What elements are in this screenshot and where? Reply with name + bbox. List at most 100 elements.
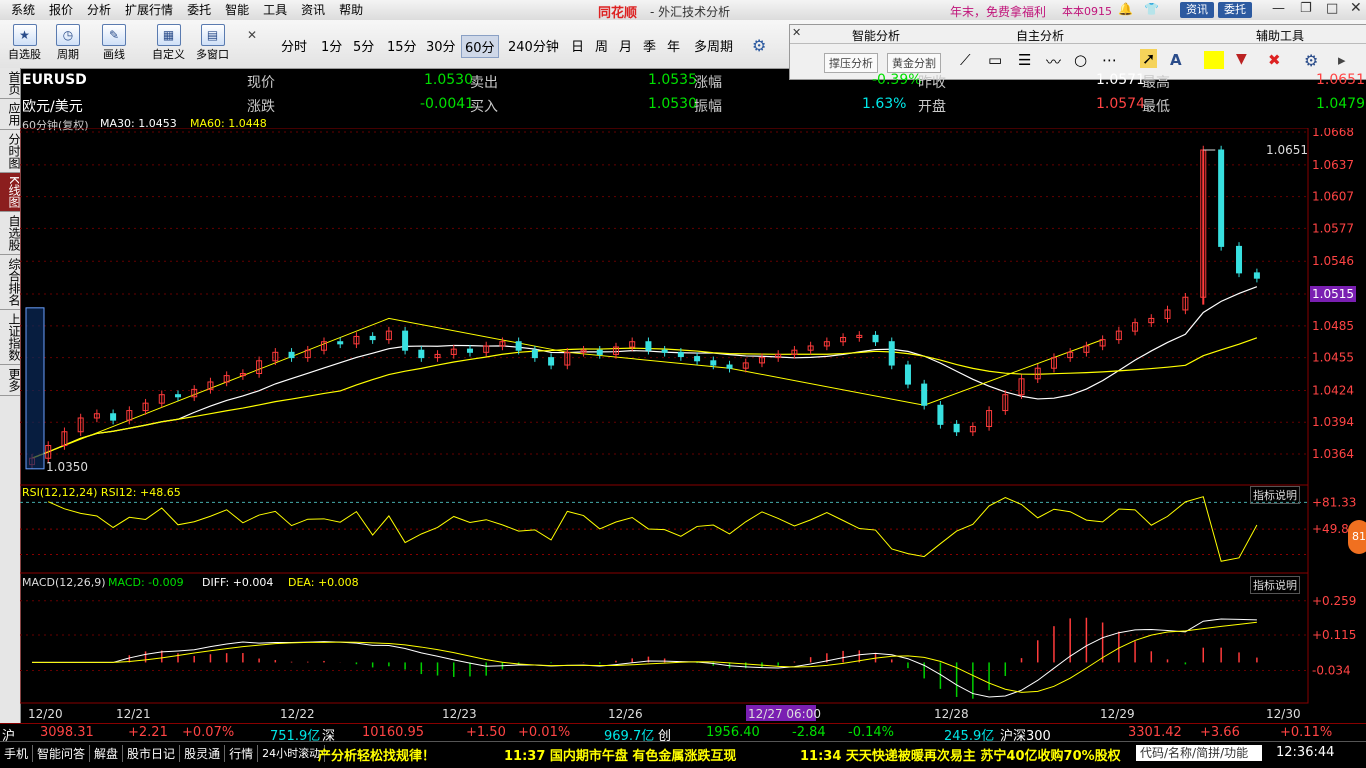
main-frame [20, 128, 1309, 486]
menu-tools[interactable]: 工具 [256, 2, 294, 18]
more-icon[interactable]: ⋯ [1102, 51, 1117, 69]
search-input[interactable]: 代码/名称/简拼/功能 [1136, 745, 1262, 761]
sidebar-item-more[interactable]: 更多 [0, 365, 21, 396]
label-high: 最高 [1142, 75, 1170, 91]
value-pct: -0.39% [872, 72, 922, 88]
rectangle-icon[interactable]: ▭ [988, 51, 1002, 69]
section-self-analysis[interactable]: 自主分析 [1016, 27, 1064, 44]
tool-period[interactable]: ◷ 周期 [56, 24, 80, 62]
bookmark-icon[interactable]: ▼ [1236, 51, 1247, 67]
menu-trade[interactable]: 委托 [180, 2, 218, 18]
minimize-icon[interactable]: — [1272, 1, 1285, 16]
price-tick: 1.0364 [1312, 447, 1354, 461]
delete-icon[interactable]: ✖ [1268, 51, 1281, 69]
sidebar-item-kline[interactable]: K线图 [0, 173, 21, 212]
clock-icon: ◷ [56, 24, 80, 46]
label-ask: 卖出 [470, 75, 498, 91]
sidebar-item-home[interactable]: 首页 [0, 68, 21, 99]
macd-panel: +0.259 +0.115 -0.034 [20, 594, 1356, 699]
tool-watchlist[interactable]: ★ 自选股 [8, 24, 41, 62]
gear-icon[interactable]: ⚙ [752, 36, 766, 55]
period-day[interactable]: 日 [571, 36, 584, 55]
kline-chart[interactable]: 1.0668 1.0637 1.0607 1.0577 1.0546 1.0515 1.04… [20, 128, 1366, 723]
current-price-tag: 1.0515 [1310, 286, 1356, 302]
maximize-icon[interactable]: □ [1326, 1, 1338, 16]
section-aux-tools[interactable]: 辅助工具 [1256, 27, 1304, 44]
link-mobile[interactable]: 手机 [0, 745, 34, 762]
candle-body [548, 357, 555, 366]
period-5min[interactable]: 5分 [353, 36, 374, 55]
candle-body [174, 394, 181, 398]
panel-close-icon[interactable]: ✕ [792, 26, 801, 39]
sh-pct: +0.07% [182, 725, 235, 740]
link-stocktalk[interactable]: 股灵通 [180, 745, 226, 762]
section-smart-analysis[interactable]: 智能分析 [852, 27, 900, 44]
period-timeshare[interactable]: 分时 [281, 36, 307, 55]
period-60min[interactable]: 60分 [461, 35, 499, 58]
period-quarter[interactable]: 季 [643, 36, 656, 55]
tool-custom[interactable]: ▦ 自定义 [152, 24, 185, 62]
period-30min[interactable]: 30分 [426, 36, 456, 55]
text-tool-icon[interactable]: A [1170, 51, 1182, 69]
zigzag-line [31, 317, 1103, 459]
time-axis: 12/20 12/21 12/22 12/23 12/26 12/27 06:00 12/2… [28, 705, 1301, 721]
link-rolling[interactable]: 24小时滚动 [258, 745, 326, 762]
ticker-2[interactable]: 11:37 国内期市午盘 有色金属涨跌互现 [504, 745, 736, 764]
link-diary[interactable]: 股市日记 [123, 745, 181, 762]
trendline-icon[interactable]: ⟋ [960, 51, 971, 69]
period-year[interactable]: 年 [667, 36, 680, 55]
candle-body [596, 349, 603, 355]
menu-extended[interactable]: 扩展行情 [118, 2, 180, 18]
menu-smart[interactable]: 智能 [218, 2, 256, 18]
sidebar-item-apps[interactable]: 应用 [0, 99, 21, 130]
restore-icon[interactable]: ❐ [1300, 1, 1312, 16]
menu-quotes[interactable]: 报价 [42, 2, 80, 18]
tool-draw[interactable]: ✎ 画线 [102, 24, 126, 62]
shirt-icon[interactable]: 👕 [1144, 2, 1159, 16]
bell-icon[interactable]: 🔔 [1118, 2, 1133, 16]
price-tick: 1.0394 [1312, 415, 1354, 429]
cy-value: 1956.40 [706, 725, 760, 740]
circle-icon[interactable]: ○ [1074, 51, 1087, 69]
color-swatch[interactable] [1204, 51, 1224, 69]
wave-icon[interactable]: 〰 [1046, 51, 1061, 72]
period-15min[interactable]: 15分 [387, 36, 417, 55]
candle-body [710, 360, 717, 366]
sidebar-item-ranking[interactable]: 综合排名 [0, 255, 21, 310]
sidebar-item-timeshare[interactable]: 分时图 [0, 130, 21, 173]
expand-icon[interactable]: ▸ [1338, 51, 1346, 69]
ticker-3[interactable]: 11:34 天天快递被暖再次易主 苏宁40亿收购70%股权 [800, 745, 1121, 764]
time-tick: 12/27 06:00 [748, 707, 821, 721]
time-tick: 12/30 [1266, 707, 1301, 721]
menu-news[interactable]: 资讯 [294, 2, 332, 18]
golden-section-button[interactable]: 黄金分割 [887, 53, 941, 73]
menu-system[interactable]: 系统 [4, 2, 42, 18]
rsi-help-button[interactable]: 指标说明 [1250, 486, 1300, 504]
macd-help-button[interactable]: 指标说明 [1250, 576, 1300, 594]
period-week[interactable]: 周 [595, 36, 608, 55]
news-button[interactable]: 资讯 [1180, 2, 1214, 18]
close-icon[interactable]: ✕ [1350, 0, 1362, 16]
settings-icon[interactable]: ⚙ [1304, 51, 1318, 70]
link-qa[interactable]: 智能问答 [33, 745, 91, 762]
period-1min[interactable]: 1分 [321, 36, 342, 55]
sidebar-item-watchlist[interactable]: 自选股 [0, 212, 21, 255]
trade-button[interactable]: 委托 [1218, 2, 1252, 18]
link-review[interactable]: 解盘 [90, 745, 124, 762]
link-quotes[interactable]: 行情 [225, 745, 259, 762]
period-multi[interactable]: 多周期 [694, 36, 733, 55]
fibonacci-icon[interactable]: ☰ [1018, 51, 1031, 69]
rsi-badge[interactable]: 81 [1348, 520, 1366, 554]
menu-analysis[interactable]: 分析 [80, 2, 118, 18]
period-month[interactable]: 月 [619, 36, 632, 55]
tool-multiwindow[interactable]: ▤ 多窗口 [196, 24, 229, 62]
period-240min[interactable]: 240分钟 [508, 36, 559, 55]
promo-link[interactable]: 年末，免费拿福利 [950, 3, 1046, 20]
ticker-1[interactable]: 产分析轻松找规律！ [318, 745, 435, 764]
cursor-icon[interactable]: ➚ [1140, 49, 1158, 68]
time-tick: 12/22 [280, 707, 315, 721]
collapse-icon[interactable]: ✕ [247, 28, 257, 42]
sidebar-item-sh-index[interactable]: 上证指数 [0, 310, 21, 365]
menu-help[interactable]: 帮助 [332, 2, 370, 18]
support-resistance-button[interactable]: 撑压分析 [824, 53, 878, 73]
